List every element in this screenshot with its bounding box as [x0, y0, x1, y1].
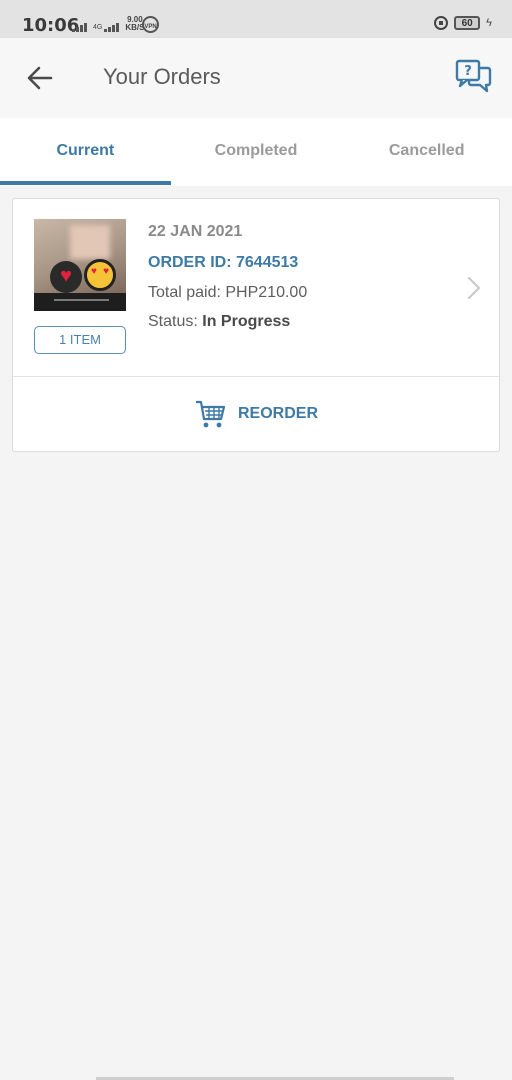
signal-icon	[72, 23, 87, 32]
app-header: Your Orders ?	[0, 38, 512, 118]
battery-icon: 60	[454, 16, 481, 30]
order-date: 22 JAN 2021	[148, 223, 243, 240]
signal-4g-icon: 4G	[93, 23, 120, 32]
vpn-icon: VPN	[142, 16, 159, 33]
order-total-paid: Total paid: PHP210.00	[148, 284, 308, 301]
reorder-label: REORDER	[237, 404, 318, 422]
tab-current[interactable]: Current	[0, 118, 171, 186]
arrow-left-icon	[27, 66, 53, 90]
tab-completed[interactable]: Completed	[171, 118, 342, 186]
cart-icon	[195, 400, 226, 427]
order-tabs: Current Completed Cancelled	[0, 118, 512, 186]
order-item-thumbnail: ♥	[34, 219, 126, 311]
charging-icon: ϟ	[486, 17, 492, 29]
order-status: Status: In Progress	[148, 313, 290, 331]
back-button[interactable]	[22, 60, 58, 96]
order-id: ORDER ID: 7644513	[148, 254, 299, 271]
order-details-link[interactable]: ♥ 1 ITEM 22 JAN 2021 ORDER ID: 7644513 T…	[13, 199, 499, 377]
reorder-button[interactable]: REORDER	[13, 377, 499, 450]
status-right: 60 ϟ	[434, 16, 492, 30]
rotation-lock-icon	[434, 16, 449, 30]
order-card: ♥ 1 ITEM 22 JAN 2021 ORDER ID: 7644513 T…	[12, 198, 500, 452]
chevron-right-icon	[468, 277, 480, 299]
status-time: 10:06	[22, 15, 80, 36]
status-bar: 10:06 4G 9.00 KB/S VPN 60 ϟ	[0, 0, 512, 38]
chat-question-icon: ?	[455, 59, 492, 93]
network-type: 4G	[93, 24, 103, 31]
page-title: Your Orders	[103, 64, 221, 89]
help-chat-button[interactable]: ?	[454, 58, 494, 94]
order-status-label: Status:	[148, 313, 203, 330]
tab-cancelled[interactable]: Cancelled	[341, 118, 512, 186]
item-count-badge: 1 ITEM	[34, 326, 126, 354]
svg-text:?: ?	[464, 64, 472, 79]
order-status-value: In Progress	[202, 313, 291, 330]
network-indicators: 4G 9.00 KB/S	[72, 16, 144, 32]
